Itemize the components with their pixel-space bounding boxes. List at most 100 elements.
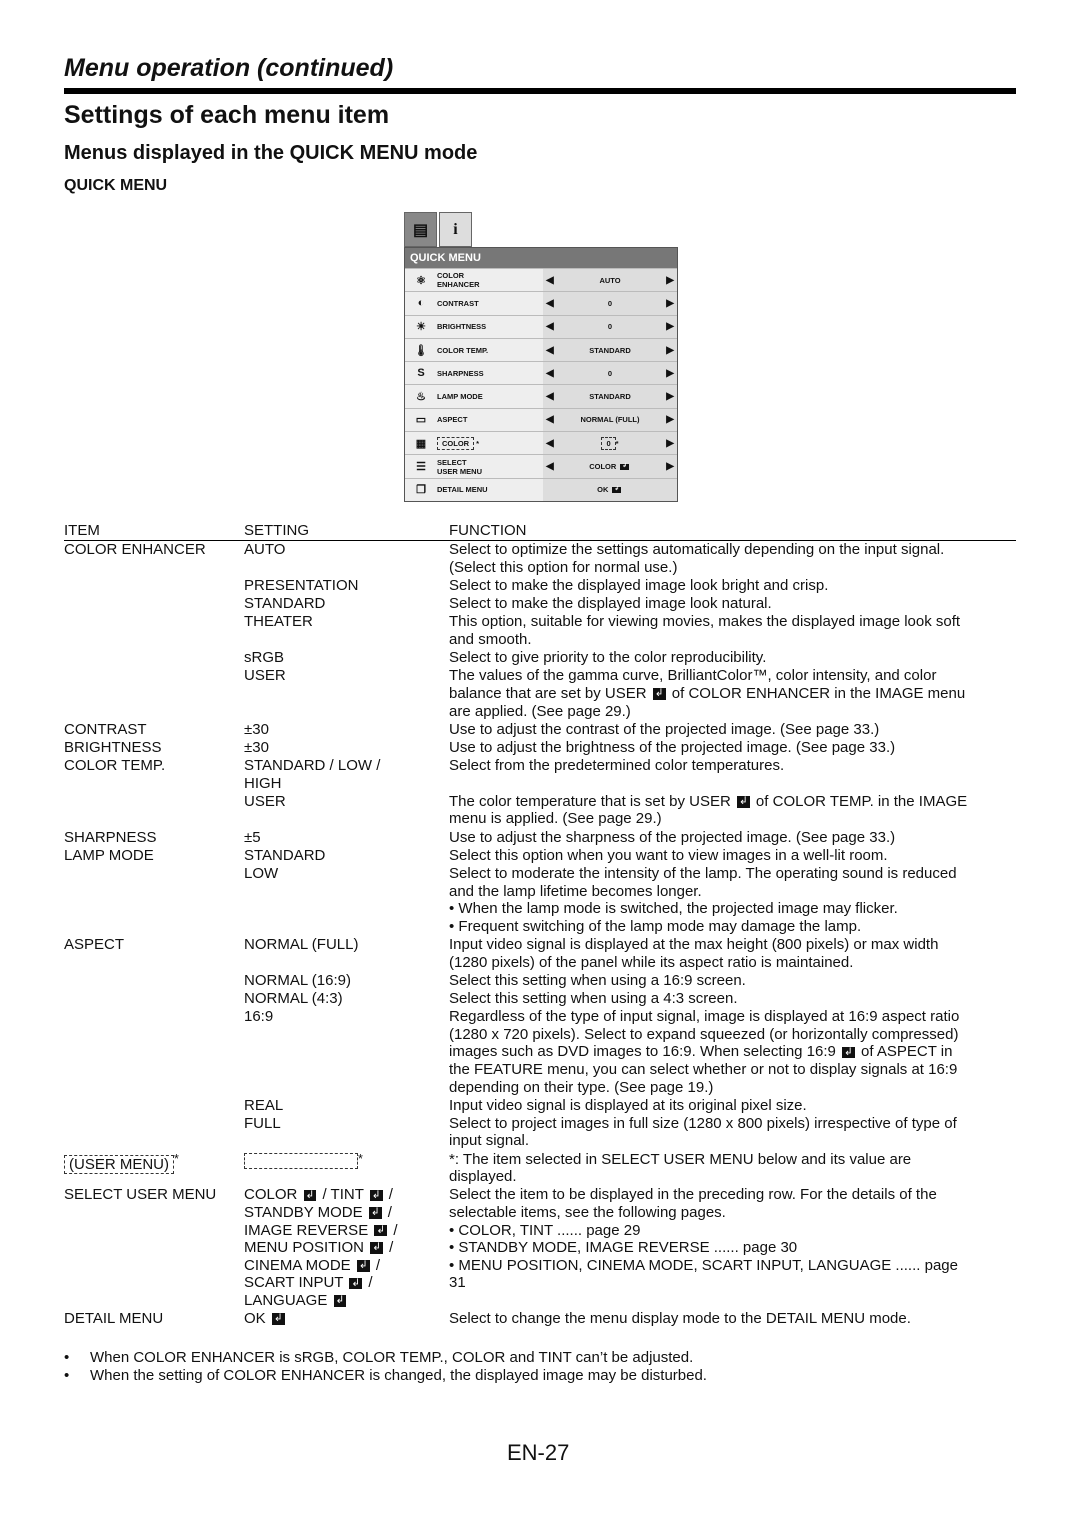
cell-item [64,1097,244,1115]
osd-row-label: SELECT USER MENU [437,457,483,476]
table-row: LAMP MODE STANDARD Select this option when… [64,846,1016,864]
note-text: When the setting of COLOR ENHANCER is ch… [90,1366,707,1384]
cell-function: *: The item selected in SELECT USER MENU… [449,1150,912,1186]
cell-setting: STANDARD [244,595,326,613]
user-menu-icon: ▦ [415,437,427,450]
cell-setting: PRESENTATION [244,576,359,594]
osd-row: 🌡 COLOR TEMP. ◀ STANDARD ▶ [405,337,677,362]
enter-icon: ↲ [368,1206,382,1219]
osd-row: ◐ CONTRAST ◀ 0 ▶ [405,291,677,315]
cell-item [64,649,244,667]
color-temp-icon: 🌡 [414,344,428,357]
subsection-title: Menus displayed in the QUICK MENU mode [64,142,478,164]
cell-item: BRIGHTNESS [64,738,162,756]
note: • When the setting of COLOR ENHANCER is c… [64,1366,707,1384]
cell-item: DETAIL MENU [64,1310,164,1328]
enter-icon: ↲ [620,463,629,470]
select-user-menu-icon: ☰ [416,461,426,474]
enter-icon: ↲ [356,1259,370,1272]
osd-row-value: ◀ COLOR ↲ ▶ [543,455,677,478]
cell-setting: ±30 [244,738,269,756]
settings-table: ITEM SETTING FUNCTION COLOR ENHANCER AUTO… [64,522,1016,1328]
arrow-right-icon: ▶ [666,274,674,286]
table-row: BRIGHTNESS ±30 Use to adjust the brightnes… [64,738,1016,756]
cell-item [64,595,244,613]
osd-row-label: LAMP MODE [437,392,483,402]
cell-setting: OK ↲ [244,1310,285,1328]
enter-icon: ↲ [333,1294,347,1307]
arrow-left-icon: ◀ [546,321,554,333]
osd-row-label: COLOR ENHANCER [437,271,480,290]
cell-function: Select to optimize the settings automati… [449,541,945,576]
arrow-left-icon: ◀ [546,367,554,379]
table-row: FULL Select to project images in full siz… [64,1114,1016,1150]
table-row: COLOR ENHANCER AUTO Select to optimize the… [64,541,1016,577]
cell-setting: USER [244,792,286,810]
table-row: COLOR TEMP. STANDARD / LOW / HIGH Select f… [64,756,1016,792]
table-row: ASPECT NORMAL (FULL) Input video signal is… [64,935,1016,971]
arrow-right-icon: ▶ [666,414,674,426]
header-item: ITEM [64,522,100,539]
table-row: NORMAL (16:9) Select this setting when us… [64,971,1016,989]
osd-row-label: CONTRAST [437,298,479,308]
cell-function: The color temperature that is set by USE… [449,792,968,828]
header-setting: SETTING [244,522,310,539]
page-title: Settings of each menu item [64,101,390,129]
cell-function: Select to make the displayed image look … [449,576,829,594]
osd-row-value: ◀ 0 * ▶ [543,432,677,455]
table-row: CONTRAST ±30 Use to adjust the contrast of… [64,720,1016,738]
cell-setting: STANDARD / LOW / HIGH [244,757,381,792]
arrow-left-icon: ◀ [546,391,554,403]
osd-row: ❐ DETAIL MENU OK ↲ [405,477,677,501]
osd-row: ☰ SELECT USER MENU ◀ COLOR ↲ ▶ [405,454,677,478]
osd-row: ♨ LAMP MODE ◀ STANDARD ▶ [405,384,677,408]
osd-row-value: ◀ AUTO ▶ [543,269,677,292]
cell-function: Regardless of the type of input signal, … [449,1008,960,1096]
osd-title: QUICK MENU [405,248,677,268]
enter-icon: ↲ [612,486,621,494]
osd-row-label: COLOR TEMP. [437,345,489,355]
osd-row: ▭ ASPECT ◀ NORMAL (FULL) ▶ [405,407,677,432]
cell-function: Select from the predetermined color temp… [449,757,785,775]
cell-setting: ±30 [244,720,269,738]
arrow-right-icon: ▶ [666,461,674,473]
osd-row-value: ◀ STANDARD ▶ [543,385,677,408]
cell-setting: NORMAL (16:9) [244,971,351,989]
cell-function: The values of the gamma curve, Brilliant… [449,667,966,720]
cell-setting: NORMAL (4:3) [244,989,343,1007]
table-row: SELECT USER MENU COLOR ↲ / TINT ↲ / STAND… [64,1186,1016,1310]
cell-item [64,793,244,828]
osd-row-value: ◀ STANDARD ▶ [543,338,677,362]
note: • When COLOR ENHANCER is sRGB, COLOR TEMP… [64,1349,694,1366]
cell-item [64,865,244,935]
arrow-left-icon: ◀ [546,437,554,449]
cell-item: LAMP MODE [64,846,154,864]
cell-function: Select to project images in full size (1… [449,1114,957,1150]
cell-setting: sRGB [244,649,285,667]
cell-item [64,613,244,648]
table-row: NORMAL (4:3) Select this setting when usi… [64,989,1016,1007]
section-heading: Menu operation (continued) [64,54,394,82]
enter-icon: ↲ [736,795,750,808]
cell-function: Use to adjust the contrast of the projec… [449,720,880,738]
cell-function: Select this setting when using a 16:9 sc… [449,971,746,989]
cell-setting: FULL [244,1114,281,1132]
table-row: DETAIL MENU OK ↲ Select to change the menu… [64,1310,1016,1328]
enter-icon: ↲ [652,687,666,700]
table-row: 16:9 Regardless of the type of input sign… [64,1008,1016,1097]
enter-icon: ↲ [369,1188,383,1202]
arrow-left-icon: ◀ [546,297,554,309]
arrow-right-icon: ▶ [666,437,674,449]
osd-row-value: ◀ 0 ▶ [543,362,677,385]
header-function: FUNCTION [449,522,527,539]
cell-function: Input video signal is displayed at the m… [449,935,939,971]
table-row: USER The color temperature that is set by… [64,792,1016,828]
color-enhancer-icon: ⚛ [416,274,426,287]
cell-item [64,972,244,990]
manual-page: Menu operation (continued) Settings of e… [0,0,1080,1527]
cell-function: This option, suitable for viewing movies… [449,613,961,648]
note-text: When COLOR ENHANCER is sRGB, COLOR TEMP.… [90,1349,694,1366]
table-row: LOW Select to moderate the intensity of t… [64,864,1016,935]
lamp-mode-icon: ♨ [416,391,426,404]
osd-row-value: ◀ 0 ▶ [543,315,677,338]
